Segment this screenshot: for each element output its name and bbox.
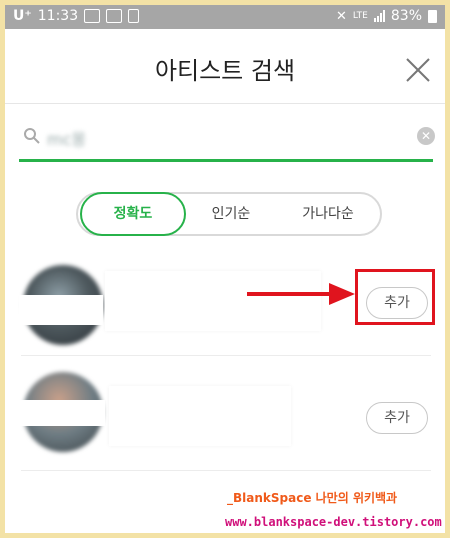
tab-accuracy[interactable]: 정확도 [80,192,186,236]
search-input[interactable]: mc몽 ✕ [21,117,435,157]
redacted-area [17,400,105,426]
tab-alphabetical[interactable]: 가나다순 [278,194,378,234]
highlight-box [355,269,435,325]
signal-icon [373,10,385,22]
battery-percent: 83% [390,8,422,24]
header: 아티스트 검색 [5,29,445,104]
melon-icon [106,9,123,23]
image-icon [84,9,101,23]
mute-icon: ✕ [336,8,347,24]
sort-tabs: 정확도 인기순 가나다순 [76,192,382,236]
search-value: mc몽 [47,130,87,149]
status-bar-right: ✕ LTE 83% [336,8,437,24]
divider [21,470,431,471]
add-button[interactable]: 추가 [366,402,428,434]
redacted-name [109,386,291,446]
arrow-icon [247,283,355,305]
battery-icon [428,9,437,23]
list-item[interactable]: 추가 [5,360,445,460]
close-icon[interactable] [405,57,431,83]
clear-search-icon[interactable]: ✕ [417,127,435,145]
phone-screen: U⁺ 11:33 ✕ LTE 83% 아티스트 검색 mc몽 ✕ 정확도 인기순… [5,5,445,533]
page-title: 아티스트 검색 [154,57,296,85]
tab-popularity[interactable]: 인기순 [186,194,276,234]
redacted-area [19,295,103,325]
watermark-title: _BlankSpace 나만의 위키백과 [227,491,398,505]
divider [21,355,431,356]
status-bar-left: U⁺ 11:33 [13,8,140,24]
notification-icon [128,9,140,23]
status-time: 11:33 [37,8,79,24]
network-label: LTE [352,11,368,21]
carrier-label: U⁺ [13,8,32,24]
search-icon [24,128,40,144]
status-bar: U⁺ 11:33 ✕ LTE 83% [5,5,445,29]
search-underline [19,159,433,162]
watermark-url: www.blankspace-dev.tistory.com [225,515,442,529]
